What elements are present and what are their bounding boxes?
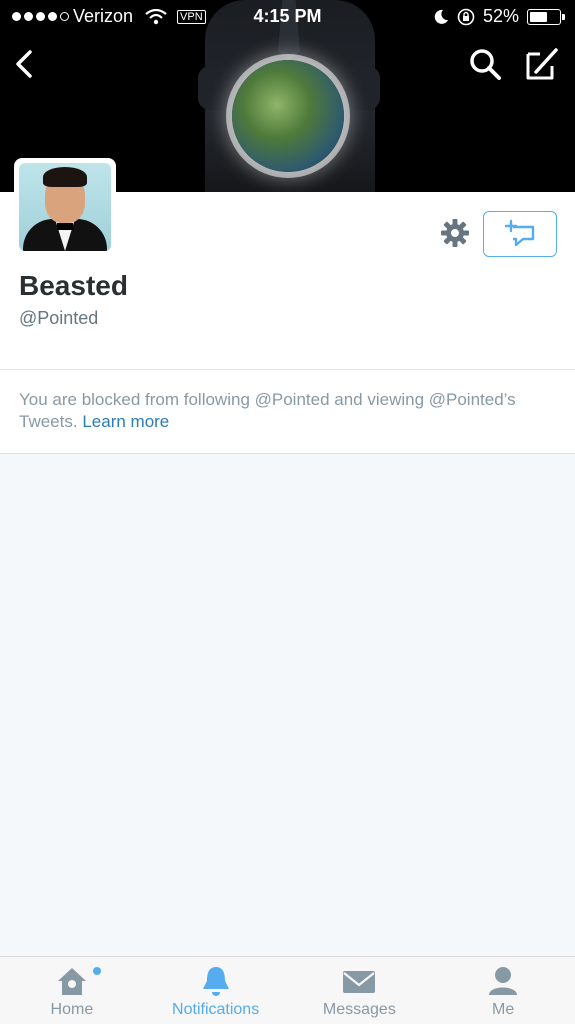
tab-messages-label: Messages: [322, 1001, 396, 1018]
compose-icon: [526, 48, 558, 80]
tab-home[interactable]: Home: [0, 957, 144, 1024]
tab-home-label: Home: [50, 1001, 94, 1018]
search-icon: [470, 49, 501, 80]
avatar-image: [19, 163, 111, 251]
reply-add-icon: [504, 219, 535, 247]
settings-button[interactable]: [438, 216, 472, 250]
tab-messages[interactable]: Messages: [288, 957, 432, 1024]
learn-more-link[interactable]: Learn more: [82, 412, 169, 431]
avatar-hair: [43, 167, 87, 187]
home-unread-dot: [93, 967, 101, 975]
tab-bar: Home Notifications Messages Me: [0, 956, 575, 1024]
home-icon: [57, 968, 86, 995]
chevron-left-icon: [16, 50, 32, 78]
banner-globe: [232, 60, 344, 172]
status-bar: Verizon VPN 4:15 PM 52%: [0, 0, 575, 32]
profile-display-name: Beasted: [19, 270, 128, 301]
battery-fill: [530, 11, 547, 22]
tab-notifications[interactable]: Notifications: [144, 957, 288, 1024]
blocked-notice: You are blocked from following @Pointed …: [0, 370, 575, 454]
gear-icon: [441, 219, 469, 247]
banner-hand-right: [346, 66, 380, 110]
moon-icon: [434, 9, 448, 24]
avatar[interactable]: [14, 158, 116, 256]
back-button[interactable]: [8, 44, 44, 84]
bell-icon: [202, 967, 229, 996]
profile-handle: @Pointed: [19, 308, 99, 328]
rotation-lock-icon: [457, 8, 475, 25]
search-button[interactable]: [466, 44, 504, 84]
status-right: 52%: [433, 6, 565, 27]
banner-hand-left: [198, 66, 232, 110]
battery-icon: [527, 8, 565, 25]
tab-notifications-label: Notifications: [172, 1001, 260, 1018]
battery-percent: 52%: [482, 6, 519, 26]
profile-card: Beasted @Pointed: [0, 158, 575, 370]
tab-me-label: Me: [492, 1001, 515, 1018]
avatar-bowtie: [57, 223, 73, 230]
envelope-icon: [343, 971, 376, 993]
tweet-to-user-button[interactable]: [483, 211, 557, 257]
compose-tweet-button[interactable]: [522, 44, 562, 84]
person-icon: [489, 967, 518, 995]
tab-me[interactable]: Me: [431, 957, 575, 1024]
